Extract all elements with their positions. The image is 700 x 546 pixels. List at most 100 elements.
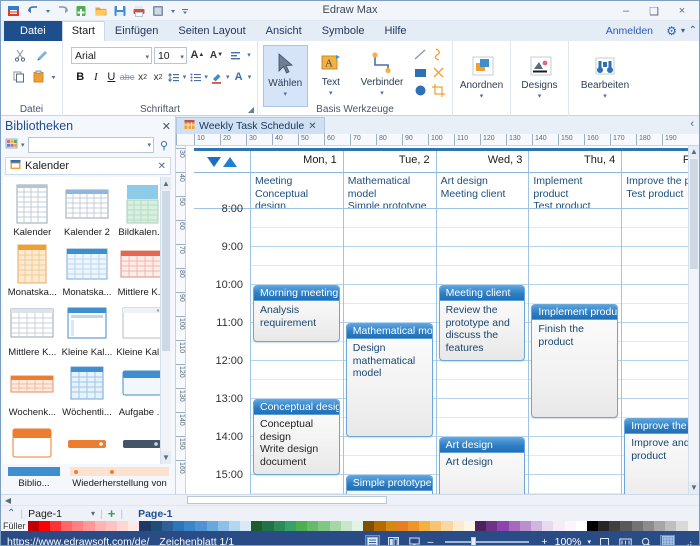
strikethrough-button[interactable]: abc — [120, 67, 135, 87]
ellipse-shape-icon[interactable] — [413, 83, 428, 101]
palette-swatch[interactable] — [564, 521, 576, 531]
paste-dropdown-button[interactable] — [50, 67, 57, 87]
palette-swatch[interactable] — [452, 521, 464, 531]
palette-swatch[interactable] — [519, 521, 531, 531]
ribbon-collapse-icon[interactable]: ⌃ — [689, 25, 697, 36]
palette-swatch[interactable] — [150, 521, 162, 531]
crop-shape-icon[interactable] — [431, 83, 446, 101]
palette-swatch[interactable] — [105, 521, 118, 531]
maximize-button[interactable]: ❑ — [641, 2, 667, 20]
palette-swatch[interactable] — [475, 521, 487, 531]
library-category-kalender[interactable]: Kalender ✕ — [5, 157, 171, 175]
sheet-vertical-scrollbar[interactable]: ▲ ▼ — [688, 146, 699, 494]
palette-swatch[interactable] — [463, 521, 476, 531]
chevron-down-icon[interactable]: ▾ — [329, 89, 333, 97]
palette-swatch[interactable] — [284, 521, 297, 531]
bold-button[interactable]: B — [73, 67, 88, 87]
chevron-down-icon[interactable]: ▾ — [180, 51, 184, 65]
close-icon[interactable]: ✕ — [162, 120, 171, 133]
text-align-button[interactable] — [227, 45, 244, 65]
chevron-down-icon[interactable]: ▾ — [182, 67, 187, 87]
highlight-color-button[interactable] — [210, 67, 225, 87]
italic-button[interactable]: I — [89, 67, 104, 87]
fit-width-button[interactable] — [618, 535, 633, 545]
font-color-button[interactable]: A — [231, 67, 246, 87]
shrink-font-button[interactable]: A ▼ — [208, 45, 225, 65]
fit-page-button[interactable] — [597, 535, 612, 545]
chevron-down-icon[interactable]: ▾ — [587, 538, 591, 545]
palette-swatch[interactable] — [251, 521, 263, 531]
palette-swatch[interactable] — [161, 521, 173, 531]
tab-symbole[interactable]: Symbole — [312, 21, 375, 41]
event-card[interactable]: Simple prototype Make simple prototype — [345, 475, 433, 494]
select-tool-button[interactable]: Wählen ▾ — [263, 45, 308, 107]
tab-einfuegen[interactable]: Einfügen — [105, 21, 168, 41]
palette-swatch[interactable] — [94, 521, 106, 531]
minimize-button[interactable]: – — [613, 2, 639, 20]
chevron-down-icon[interactable]: ▾ — [91, 509, 95, 518]
format-painter-button[interactable] — [33, 45, 53, 65]
library-shape-item[interactable]: Event — [60, 420, 115, 464]
allday-cell[interactable]: Mathematical model Simple prototype — [342, 173, 436, 208]
connector-tool-button[interactable]: Verbinder ▾ — [354, 45, 410, 107]
tab-start[interactable]: Start — [61, 21, 105, 41]
superscript-button[interactable]: x2 — [151, 67, 166, 87]
day-column-wed[interactable]: Meeting client Review the prototype and … — [435, 209, 529, 494]
palette-swatch[interactable] — [441, 521, 453, 531]
palette-swatch[interactable] — [631, 521, 643, 531]
gear-icon[interactable]: ⚙ — [666, 24, 677, 38]
palette-swatch[interactable] — [273, 521, 285, 531]
chevron-down-icon[interactable]: ▾ — [681, 26, 685, 35]
resize-grip-icon[interactable] — [683, 537, 693, 545]
library-shape-item[interactable]: Aufgabe ... — [5, 420, 60, 464]
palette-swatch[interactable] — [38, 521, 50, 531]
chevron-down-icon[interactable]: ▾ — [480, 92, 484, 100]
palette-swatch[interactable] — [307, 521, 319, 531]
grid-button[interactable] — [660, 535, 675, 545]
day-column-thu[interactable]: Implement product Finish the product Tes… — [528, 209, 622, 494]
cut-button[interactable] — [10, 45, 30, 65]
vertical-ruler[interactable]: 30 40 50 60 70 80 90 100 110 120 130 140… — [176, 146, 186, 494]
line-spacing-button[interactable] — [166, 67, 181, 87]
event-card[interactable]: Mathematical model Design mathematical m… — [345, 323, 433, 437]
palette-swatch[interactable] — [262, 521, 274, 531]
hscroll-track[interactable] — [187, 496, 569, 504]
palette-swatch[interactable] — [385, 521, 397, 531]
palette-swatch[interactable] — [486, 521, 498, 531]
font-name-input[interactable]: Arial ▾ — [71, 46, 152, 65]
palette-swatch[interactable] — [654, 521, 666, 531]
chevron-down-icon[interactable]: ▾ — [603, 92, 607, 100]
subscript-button[interactable]: x2 — [135, 67, 150, 87]
tab-seiten-layout[interactable]: Seiten Layout — [168, 21, 255, 41]
sign-in-link[interactable]: Anmelden — [606, 25, 653, 37]
underline-button[interactable]: U — [104, 67, 119, 87]
rectangle-shape-icon[interactable] — [413, 65, 428, 83]
sheet-scroll-thumb[interactable] — [690, 159, 698, 269]
library-scroll-thumb[interactable] — [162, 191, 170, 351]
event-card[interactable]: Conceptual design Conceptual design Writ… — [253, 399, 340, 475]
palette-swatch[interactable] — [240, 521, 252, 531]
palette-swatch[interactable] — [598, 521, 610, 531]
library-shape-item[interactable]: Wochenk... — [5, 360, 60, 420]
zoom-out-button[interactable]: – — [428, 536, 434, 545]
copy-button[interactable] — [10, 67, 27, 87]
chevron-down-icon[interactable]: ▾ — [145, 51, 149, 65]
scroll-down-icon[interactable]: ▼ — [689, 482, 699, 494]
palette-swatch[interactable] — [363, 521, 375, 531]
add-page-button[interactable]: + — [108, 506, 116, 521]
designs-button[interactable]: Designs ▾ — [517, 48, 563, 114]
search-icon[interactable]: ⚲ — [157, 139, 171, 152]
library-shape-item[interactable]: Monatska... — [60, 240, 115, 300]
allday-cell[interactable]: Art design Meeting client — [435, 173, 529, 208]
palette-swatch[interactable] — [61, 521, 73, 531]
font-size-input[interactable]: 10 ▾ — [153, 46, 187, 65]
library-shape-item[interactable]: Kalender — [5, 180, 60, 240]
close-icon[interactable]: ✕ — [158, 161, 166, 172]
palette-swatch[interactable] — [553, 521, 565, 531]
palette-swatch[interactable] — [139, 521, 151, 531]
library-shape-item[interactable]: Mittlere K... — [5, 300, 60, 360]
library-shape-item[interactable]: Kalender 2 — [60, 180, 115, 240]
bullet-list-button[interactable] — [188, 67, 203, 87]
palette-swatch[interactable] — [329, 521, 341, 531]
tab-ansicht[interactable]: Ansicht — [256, 21, 312, 41]
